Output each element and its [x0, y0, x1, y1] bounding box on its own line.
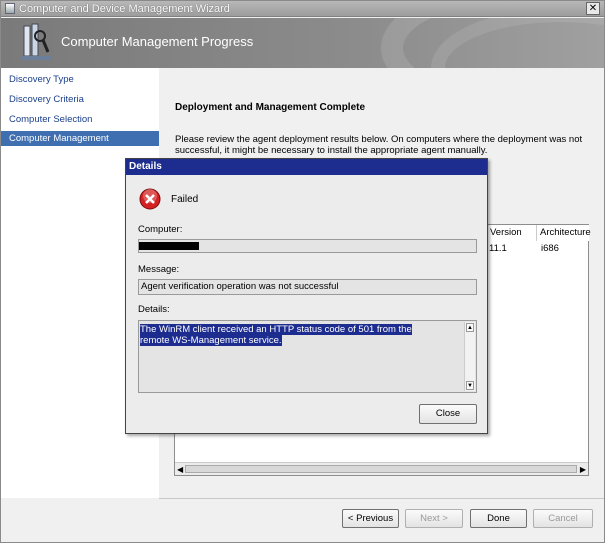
dialog-title[interactable]: Details: [126, 159, 487, 175]
error-icon: [139, 188, 161, 210]
wizard-banner: Computer Management Progress: [1, 18, 604, 68]
cancel-button[interactable]: Cancel: [533, 509, 593, 528]
column-header-version[interactable]: Version: [487, 225, 537, 241]
redacted-computer-name: [139, 242, 199, 250]
wizard-tools-icon: [21, 23, 51, 60]
title-bar[interactable]: Computer and Device Management Wizard ✕: [1, 1, 604, 17]
app-icon: [5, 3, 15, 14]
details-text: The WinRM client received an HTTP status…: [140, 324, 412, 346]
section-description: Please review the agent deployment resul…: [175, 134, 583, 156]
cell-version: 11.1: [489, 243, 507, 254]
sidebar-item-discovery-type[interactable]: Discovery Type: [1, 72, 159, 87]
sidebar-item-computer-management[interactable]: Computer Management: [1, 131, 159, 146]
horizontal-scrollbar[interactable]: ◀ ▶: [175, 462, 588, 475]
vertical-scrollbar[interactable]: ▲ ▼: [464, 322, 475, 391]
computer-field: [138, 239, 477, 253]
scroll-left-icon[interactable]: ◀: [177, 465, 183, 474]
page-title: Computer Management Progress: [61, 34, 254, 49]
column-header-architecture[interactable]: Architecture: [537, 225, 591, 241]
computer-label: Computer:: [138, 224, 183, 235]
close-icon[interactable]: ✕: [586, 2, 600, 15]
scroll-right-icon[interactable]: ▶: [580, 465, 586, 474]
status-text: Failed: [171, 194, 199, 205]
scroll-up-icon[interactable]: ▲: [466, 323, 474, 332]
sidebar-item-discovery-criteria[interactable]: Discovery Criteria: [1, 92, 159, 107]
cell-architecture: i686: [541, 243, 559, 254]
message-label: Message:: [138, 264, 180, 275]
scroll-down-icon[interactable]: ▼: [466, 381, 474, 390]
next-button[interactable]: Next >: [405, 509, 463, 528]
footer-divider: [159, 498, 604, 499]
message-field: Agent verification operation was not suc…: [138, 279, 477, 295]
scroll-thumb[interactable]: [185, 465, 577, 473]
details-label: Details:: [138, 304, 170, 315]
previous-button[interactable]: < Previous: [342, 509, 399, 528]
section-heading: Deployment and Management Complete: [175, 102, 366, 113]
done-button[interactable]: Done: [470, 509, 527, 528]
details-dialog: Details Failed Computer: Message: Agent …: [125, 158, 488, 434]
window-title: Computer and Device Management Wizard: [19, 3, 230, 15]
details-textarea[interactable]: The WinRM client received an HTTP status…: [138, 320, 477, 393]
close-button[interactable]: Close: [419, 404, 477, 424]
sidebar-item-computer-selection[interactable]: Computer Selection: [1, 112, 159, 127]
